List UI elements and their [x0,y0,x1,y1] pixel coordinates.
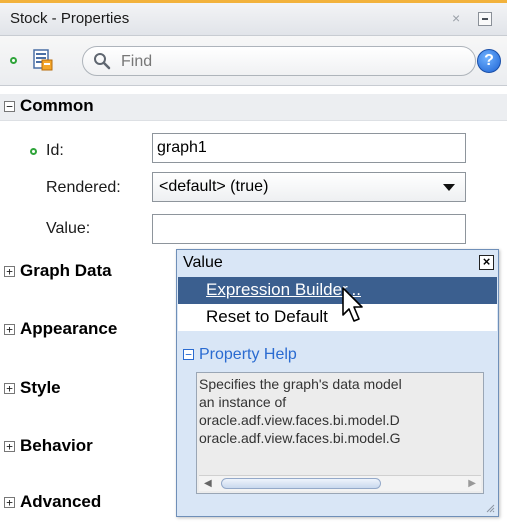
search-icon [94,53,111,70]
expand-icon[interactable]: + [4,441,15,452]
help-line: oracle.adf.view.faces.bi.model.D [199,412,400,428]
panel-close-icon[interactable]: × [452,10,460,26]
section-label-behavior: Behavior [20,436,93,455]
property-inspector-icon[interactable] [32,48,54,72]
search-box [82,46,476,76]
rendered-select-value: <default> (true) [159,178,269,195]
rendered-select[interactable]: <default> (true) [152,172,466,202]
dropdown-arrow-icon [443,184,455,191]
scroll-right-icon[interactable]: ▶ [468,478,476,489]
popup-menu: Expression Builder... Reset to Default [178,277,497,331]
scroll-left-icon[interactable]: ◀ [204,478,212,489]
menu-item-label: Expression Builder... [206,280,361,299]
help-line: an instance of [199,394,287,410]
expand-icon[interactable]: + [4,266,15,277]
help-line: oracle.adf.view.faces.bi.model.G [199,430,401,446]
property-help-toggle[interactable]: − Property Help [183,346,297,364]
section-label-style: Style [20,378,61,397]
properties-panel: Stock - Properties × ? − Common [0,0,507,523]
menu-item-reset-to-default[interactable]: Reset to Default [178,304,497,331]
id-field[interactable] [152,133,466,163]
expand-icon[interactable]: + [4,497,15,508]
popup-title: Value [183,254,223,271]
expand-icon[interactable]: + [4,324,15,335]
section-label-graph-data: Graph Data [20,261,112,280]
resize-grip-icon[interactable] [485,503,495,513]
help-horizontal-scrollbar[interactable]: ◀ ▶ [199,475,481,491]
menu-item-expression-builder[interactable]: Expression Builder... [178,277,497,304]
help-line: Specifies the graph's data model [199,376,402,392]
close-icon[interactable]: × [479,255,494,270]
required-dot-icon [10,57,17,64]
panel-title: Stock - Properties [10,10,130,27]
panel-minimize-icon[interactable] [478,12,492,26]
menu-item-label: Reset to Default [206,307,328,326]
section-label-common: Common [20,96,94,115]
id-label: Id: [46,142,64,159]
panel-toolbar: ? [0,36,507,86]
help-icon[interactable]: ? [477,49,501,73]
value-popup: Value × Expression Builder... Reset to D… [176,249,499,517]
scrollbar-thumb[interactable] [221,478,381,489]
collapse-icon[interactable]: − [4,101,15,112]
collapse-icon: − [183,349,194,360]
search-input[interactable] [119,50,463,74]
property-help-box: Specifies the graph's data model an inst… [196,372,484,494]
panel-titlebar: Stock - Properties × [0,0,507,36]
required-dot-icon [30,148,37,155]
rendered-label: Rendered: [46,179,121,196]
section-label-appearance: Appearance [20,319,118,338]
value-field[interactable] [152,214,466,244]
property-help-text: Specifies the graph's data model an inst… [199,375,483,447]
expand-icon[interactable]: + [4,383,15,394]
property-help-label: Property Help [199,346,297,363]
cursor-icon [342,287,363,322]
value-label: Value: [46,220,91,237]
section-label-advanced: Advanced [20,492,102,511]
